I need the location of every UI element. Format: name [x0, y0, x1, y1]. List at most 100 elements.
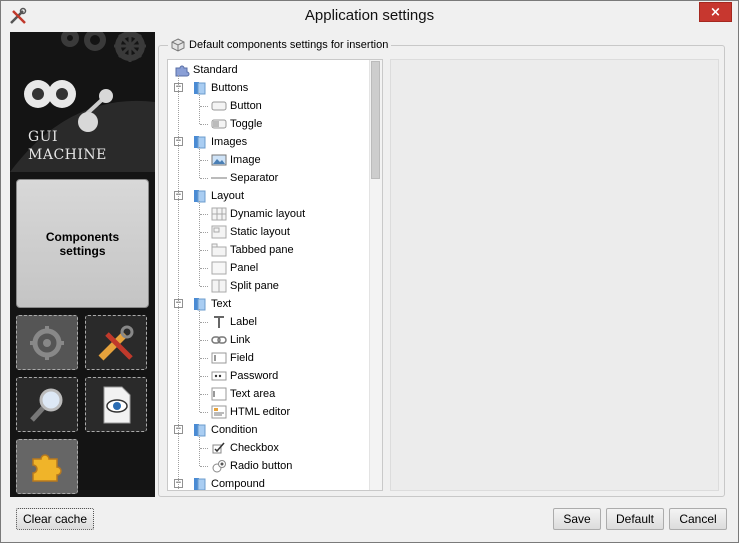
tree-node-item[interactable]: Separator [211, 169, 278, 187]
tree-node-item[interactable]: Link [211, 331, 250, 349]
tree-node-label: Field [230, 352, 254, 364]
field-icon [211, 352, 227, 364]
tree-connector-line [200, 124, 208, 125]
close-icon: × [710, 4, 721, 20]
folder-icon [194, 136, 206, 149]
application-settings-window: Application settings × GUI MACHINE Compo… [0, 0, 739, 543]
gears-icon [30, 325, 64, 360]
tree-connector-line [200, 214, 208, 215]
image-icon [211, 154, 227, 166]
checkbox-icon [212, 442, 225, 454]
tree-connector-line [199, 435, 200, 466]
tree-node-root[interactable]: Standard [174, 61, 238, 79]
tree-connector-line [200, 376, 208, 377]
logo-text-line1: GUI [28, 129, 59, 145]
tree-node-item[interactable]: Static layout [211, 223, 290, 241]
tree-connector-line [200, 268, 208, 269]
tree-connector-line [200, 412, 208, 413]
static-layout-icon [211, 225, 227, 239]
tree-node-item[interactable]: Toggle [211, 115, 262, 133]
tree-connector-line [200, 466, 208, 467]
tree-node-item[interactable]: Button [211, 97, 262, 115]
folder-icon [194, 478, 206, 490]
components-tree[interactable]: Standard − Buttons Button Toggle − Images Image… [167, 59, 383, 491]
tree-node-item[interactable]: Panel [211, 259, 258, 277]
tree-node-item[interactable]: Tabbed pane [211, 241, 294, 259]
search-settings-button[interactable] [16, 377, 78, 432]
save-button[interactable]: Save [553, 508, 601, 530]
tree-connector-line [199, 309, 200, 412]
sidebar: GUI MACHINE Components settings [10, 32, 155, 497]
tree-node-item[interactable]: Field [211, 349, 254, 367]
component-preview-panel [390, 59, 719, 491]
tree-node-label: Panel [230, 262, 259, 274]
default-button[interactable]: Default [606, 508, 664, 530]
cancel-button[interactable]: Cancel [669, 508, 727, 530]
document-eye-icon [103, 386, 131, 423]
tree-node-category[interactable]: Buttons [192, 79, 248, 97]
tree-connector-line [200, 250, 208, 251]
tree-node-category[interactable]: Text [192, 295, 231, 313]
label-icon [214, 316, 224, 328]
tree-node-category[interactable]: Compound [192, 475, 265, 490]
tree-scrollbar-thumb[interactable] [371, 61, 380, 179]
tree-node-label: Split pane [230, 280, 279, 292]
tree-node-label: Dynamic layout [230, 208, 306, 220]
components-settings-button[interactable]: Components settings [16, 179, 149, 308]
tree-connector-line [200, 178, 208, 179]
tree-node-item[interactable]: Label [211, 313, 257, 331]
magnifier-icon [30, 388, 63, 422]
preview-settings-button[interactable] [85, 377, 147, 432]
tree-connector-line [200, 340, 208, 341]
password-icon [211, 371, 227, 381]
tree-scrollbar[interactable] [369, 60, 382, 490]
tree-connector-line [200, 358, 208, 359]
tree-node-item[interactable]: Checkbox [211, 439, 279, 457]
folder-icon [194, 82, 206, 95]
tree-node-label: Image [230, 154, 261, 166]
title-bar: Application settings × [1, 1, 738, 32]
tree-connector-line [200, 394, 208, 395]
gears-settings-button[interactable] [16, 315, 78, 370]
tree-node-label: Button [230, 100, 262, 112]
cube-icon [171, 38, 185, 52]
text-area-icon [211, 387, 227, 401]
tree-node-label: Condition [211, 424, 258, 436]
tools-settings-button[interactable] [85, 315, 147, 370]
tree-node-item[interactable]: Dynamic layout [211, 205, 305, 223]
tree-node-item[interactable]: HTML editor [211, 403, 290, 421]
tree-node-item[interactable]: Image [211, 151, 261, 169]
tree-node-label: Images [211, 136, 248, 148]
tree-node-item[interactable]: Split pane [211, 277, 279, 295]
tree-connector-line [200, 322, 208, 323]
tree-node-label: Standard [193, 64, 238, 76]
tree-node-label: Compound [211, 478, 265, 490]
tree-connector-line [200, 448, 208, 449]
tree-node-item[interactable]: Radio button [211, 457, 292, 475]
tree-node-label: Link [230, 334, 251, 346]
tree-node-label: Password [230, 370, 279, 382]
folder-icon [194, 190, 206, 203]
tree-node-item[interactable]: Text area [211, 385, 275, 403]
logo-text-line2: MACHINE [28, 147, 107, 163]
group-title: Default components settings for insertio… [168, 38, 392, 52]
tree-node-label: Checkbox [230, 442, 279, 454]
window-title: Application settings [304, 7, 435, 24]
folder-icon [194, 298, 206, 311]
tree-node-category[interactable]: Images [192, 133, 247, 151]
tree-node-label: Static layout [230, 226, 290, 238]
button-icon [211, 101, 227, 111]
clear-cache-button[interactable]: Clear cache [16, 508, 94, 530]
link-icon [211, 336, 227, 344]
tree-node-category[interactable]: Condition [192, 421, 257, 439]
plugins-settings-button[interactable] [16, 439, 78, 494]
tree-connector-line [199, 93, 200, 124]
logo: GUI MACHINE [10, 32, 155, 172]
radio-button-icon [212, 460, 226, 473]
tree-node-item[interactable]: Password [211, 367, 278, 385]
separator-icon [211, 177, 227, 179]
tree-connector-line [178, 75, 179, 489]
folder-icon [194, 424, 206, 437]
close-button[interactable]: × [699, 2, 732, 22]
group-title-text: Default components settings for insertio… [189, 39, 389, 51]
